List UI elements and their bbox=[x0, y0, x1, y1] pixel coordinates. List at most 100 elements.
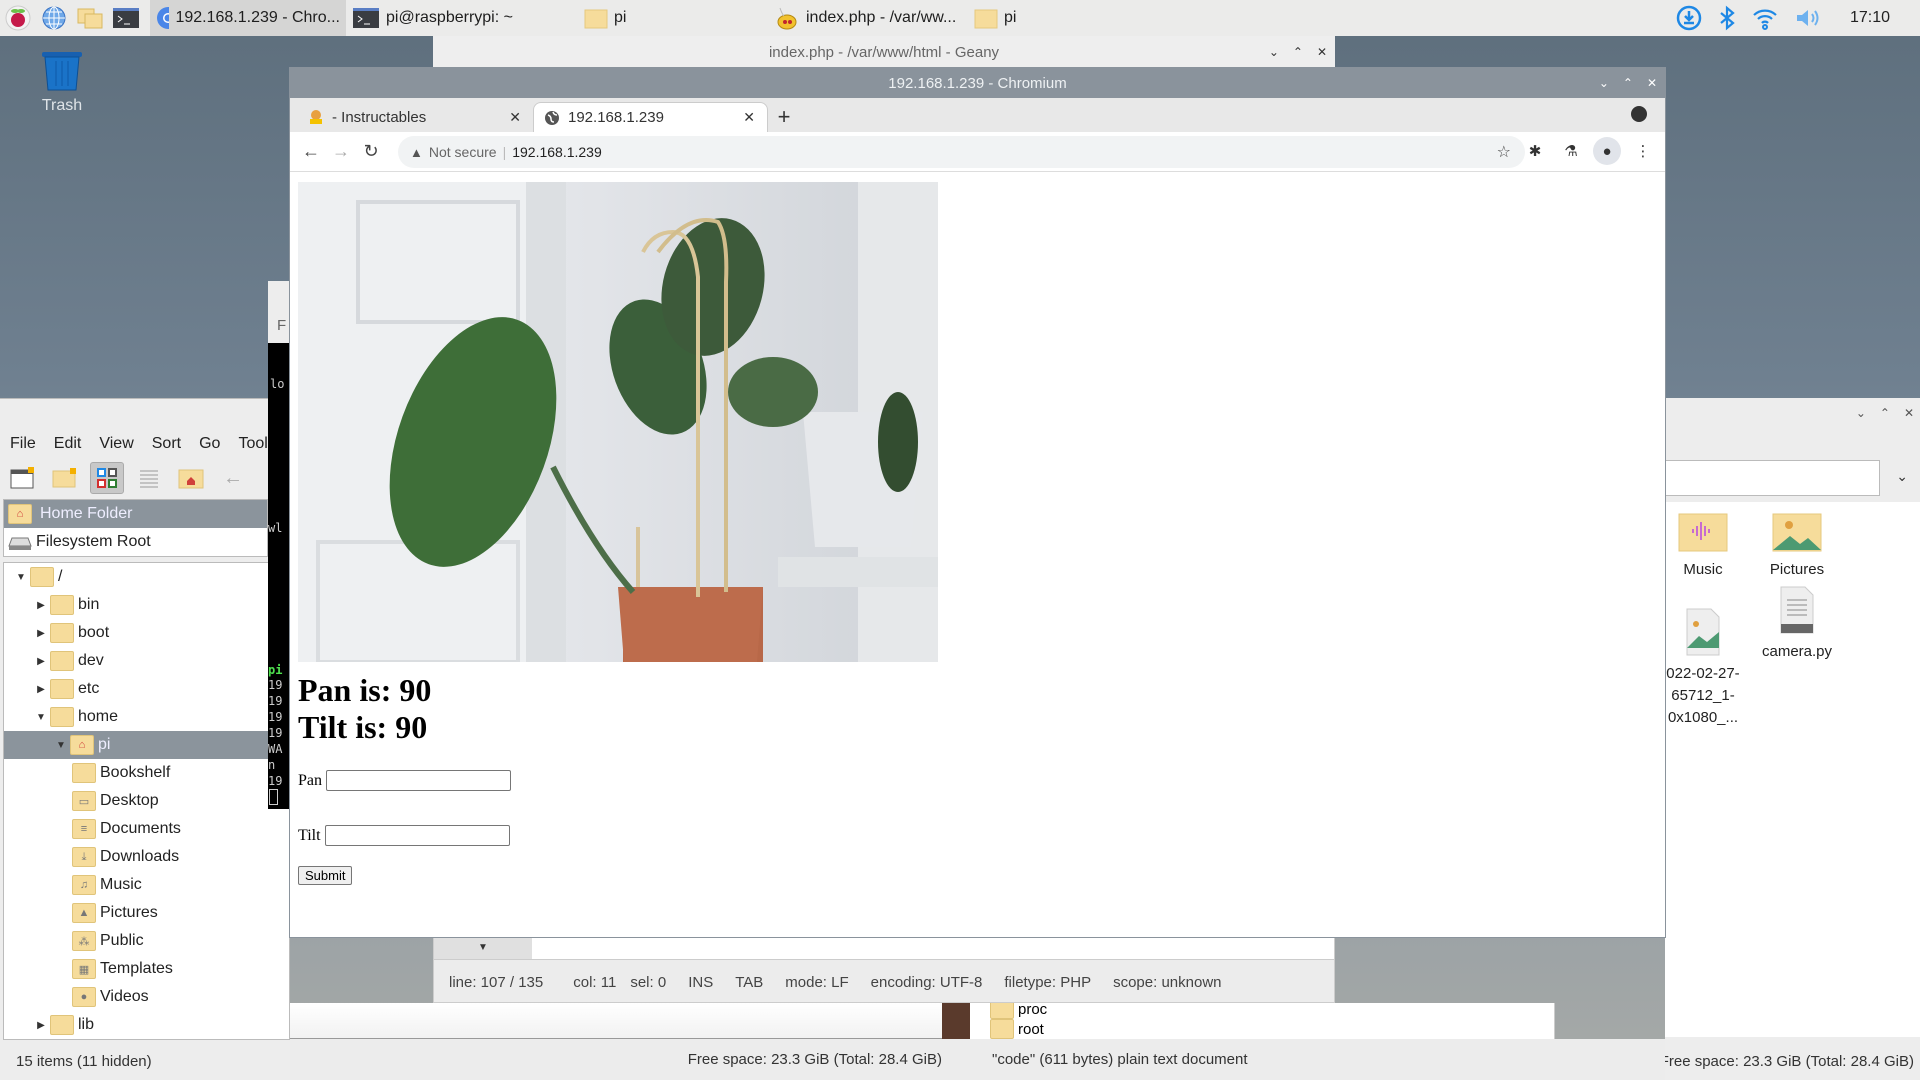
desktop-trash[interactable]: Trash bbox=[30, 48, 94, 115]
warning-icon[interactable]: ▲ bbox=[410, 145, 423, 160]
tab-instructables[interactable]: - Instructables ✕ bbox=[298, 102, 533, 132]
window-controls: ⌄ ⌃ ✕ bbox=[1599, 68, 1657, 98]
tree-item-music[interactable]: ♫ Music bbox=[4, 871, 289, 899]
minimize-icon[interactable]: ⌄ bbox=[1599, 76, 1609, 90]
raspberry-menu-button[interactable] bbox=[0, 0, 36, 36]
file-item-image[interactable]: 022-02-27- 65712_1- 0x1080_... bbox=[1658, 586, 1748, 751]
profile-avatar-icon[interactable]: ● bbox=[1593, 137, 1621, 165]
new-folder-button[interactable] bbox=[48, 462, 82, 494]
maximize-icon[interactable]: ⌃ bbox=[1880, 406, 1890, 420]
wifi-icon[interactable] bbox=[1752, 5, 1778, 31]
terminal-launcher[interactable] bbox=[108, 0, 144, 36]
expander-expanded-icon[interactable]: ▼ bbox=[52, 740, 70, 751]
list-view-button[interactable] bbox=[132, 462, 166, 494]
pan-input[interactable] bbox=[326, 770, 511, 791]
submit-button[interactable]: Submit bbox=[298, 866, 353, 885]
security-label[interactable]: Not secure bbox=[429, 144, 497, 160]
menu-view[interactable]: View bbox=[99, 435, 133, 453]
tree-item-pictures[interactable]: ▲ Pictures bbox=[4, 899, 289, 927]
close-icon[interactable]: ✕ bbox=[1317, 45, 1327, 59]
maximize-icon[interactable]: ⌃ bbox=[1293, 45, 1303, 59]
tree-item-home[interactable]: ▼ home bbox=[4, 703, 289, 731]
expander-collapsed-icon[interactable]: ▶ bbox=[32, 1020, 50, 1031]
chromium-titlebar[interactable]: 192.168.1.239 - Chromium ⌄ ⌃ ✕ bbox=[290, 68, 1665, 98]
icon-view-button[interactable] bbox=[90, 462, 124, 494]
file-manager-launcher[interactable] bbox=[72, 0, 108, 36]
expander-collapsed-icon[interactable]: ▶ bbox=[32, 656, 50, 667]
taskbar-task-chromium[interactable]: 192.168.1.239 - Chro... bbox=[150, 0, 346, 36]
geany-titlebar[interactable]: index.php - /var/www/html - Geany ⌄ ⌃ ✕ bbox=[433, 36, 1335, 68]
taskbar-task-pi-folder[interactable]: pi bbox=[546, 0, 746, 36]
terminal-window[interactable]: lo wl pi 19 19 19 19 WA n 19 bbox=[268, 343, 290, 809]
close-tab-icon[interactable]: ✕ bbox=[743, 109, 755, 126]
menu-sort[interactable]: Sort bbox=[152, 435, 181, 453]
tree-item-bookshelf[interactable]: Bookshelf bbox=[4, 759, 289, 787]
minimize-icon[interactable]: ⌄ bbox=[1269, 45, 1279, 59]
bookmark-star-icon[interactable]: ☆ bbox=[1497, 142, 1511, 162]
tree-item-lib[interactable]: ▶ lib bbox=[4, 1011, 289, 1039]
url-text[interactable]: 192.168.1.239 bbox=[512, 144, 602, 160]
arrow-right-icon: → bbox=[332, 141, 350, 161]
tree-item-root[interactable]: root bbox=[990, 1019, 1044, 1039]
tilt-input[interactable] bbox=[324, 825, 510, 846]
file-item-music[interactable]: Music bbox=[1658, 508, 1748, 581]
tree-item-documents[interactable]: ≡ Documents bbox=[4, 815, 289, 843]
menu-go[interactable]: Go bbox=[199, 435, 220, 453]
taskbar-task-pi-folder-2[interactable]: pi bbox=[968, 0, 1058, 36]
list-view-icon bbox=[140, 470, 158, 488]
place-home-folder[interactable]: ⌂ Home Folder bbox=[4, 500, 267, 528]
expander-expanded-icon[interactable]: ▼ bbox=[32, 712, 50, 723]
tab-192-168-1-239[interactable]: 192.168.1.239 ✕ bbox=[533, 102, 768, 132]
tree-item-templates[interactable]: ▦ Templates bbox=[4, 955, 289, 983]
tree-item-videos[interactable]: ● Videos bbox=[4, 983, 289, 1011]
file-item-camera-py[interactable]: camera.py bbox=[1752, 586, 1842, 663]
back-button[interactable]: ← bbox=[216, 462, 250, 494]
taskbar-task-terminal[interactable]: pi@raspberrypi: ~ bbox=[346, 0, 546, 36]
taskbar-task-geany[interactable]: index.php - /var/ww... bbox=[768, 0, 968, 36]
tree-item-[interactable]: ▼ / bbox=[4, 563, 289, 591]
tree-item-desktop[interactable]: ▭ Desktop bbox=[4, 787, 289, 815]
expander-collapsed-icon[interactable]: ▶ bbox=[32, 600, 50, 611]
reload-button[interactable]: ↻ bbox=[356, 137, 386, 167]
expander-collapsed-icon[interactable]: ▶ bbox=[32, 684, 50, 695]
download-icon[interactable] bbox=[1676, 5, 1702, 31]
maximize-icon[interactable]: ⌃ bbox=[1623, 76, 1633, 90]
bluetooth-icon[interactable] bbox=[1718, 5, 1736, 31]
tab-search-icon[interactable] bbox=[1631, 106, 1647, 122]
new-window-button[interactable] bbox=[6, 462, 40, 494]
terminal-prompt: pi bbox=[268, 663, 283, 677]
menu-file[interactable]: File bbox=[10, 435, 36, 453]
chevron-down-icon[interactable]: ⌄ bbox=[1896, 468, 1908, 485]
close-icon[interactable]: ✕ bbox=[1647, 76, 1657, 90]
close-tab-icon[interactable]: ✕ bbox=[509, 109, 521, 126]
tree-item-etc[interactable]: ▶ etc bbox=[4, 675, 289, 703]
file-label: Music bbox=[1683, 561, 1723, 578]
expander-expanded-icon[interactable]: ▼ bbox=[12, 572, 30, 583]
menu-edit[interactable]: Edit bbox=[54, 435, 82, 453]
tree-item-pi[interactable]: ▼ ⌂ pi bbox=[4, 731, 289, 759]
close-icon[interactable]: ✕ bbox=[1904, 406, 1914, 420]
address-bar[interactable]: ▲ Not secure | 192.168.1.239 ☆ bbox=[398, 136, 1525, 168]
labs-flask-icon[interactable]: ⚗ bbox=[1557, 137, 1585, 165]
place-filesystem-root[interactable]: Filesystem Root bbox=[4, 528, 267, 556]
path-input[interactable] bbox=[1665, 460, 1880, 496]
kebab-menu-icon[interactable]: ⋮ bbox=[1629, 137, 1657, 165]
tree-item-bin[interactable]: ▶ bin bbox=[4, 591, 289, 619]
tree-item-downloads[interactable]: ⤓ Downloads bbox=[4, 843, 289, 871]
home-button[interactable] bbox=[174, 462, 208, 494]
tab-dropdown-button[interactable]: ▼ bbox=[434, 936, 532, 959]
forward-button[interactable]: → bbox=[326, 137, 356, 167]
new-tab-button[interactable]: + bbox=[768, 102, 800, 132]
expander-collapsed-icon[interactable]: ▶ bbox=[32, 628, 50, 639]
tree-item-dev[interactable]: ▶ dev bbox=[4, 647, 289, 675]
tree-item-public[interactable]: ⁂ Public bbox=[4, 927, 289, 955]
tree-item-boot[interactable]: ▶ boot bbox=[4, 619, 289, 647]
minimize-icon[interactable]: ⌄ bbox=[1856, 406, 1866, 420]
back-button[interactable]: ← bbox=[296, 137, 326, 167]
extensions-puzzle-icon[interactable]: ✱ bbox=[1521, 137, 1549, 165]
geany-message-tabs: ▼ bbox=[434, 936, 1334, 960]
volume-icon[interactable] bbox=[1794, 5, 1822, 31]
clock[interactable]: 17:10 bbox=[1850, 9, 1890, 27]
file-item-pictures[interactable]: Pictures bbox=[1752, 508, 1842, 581]
web-browser-launcher[interactable] bbox=[36, 0, 72, 36]
